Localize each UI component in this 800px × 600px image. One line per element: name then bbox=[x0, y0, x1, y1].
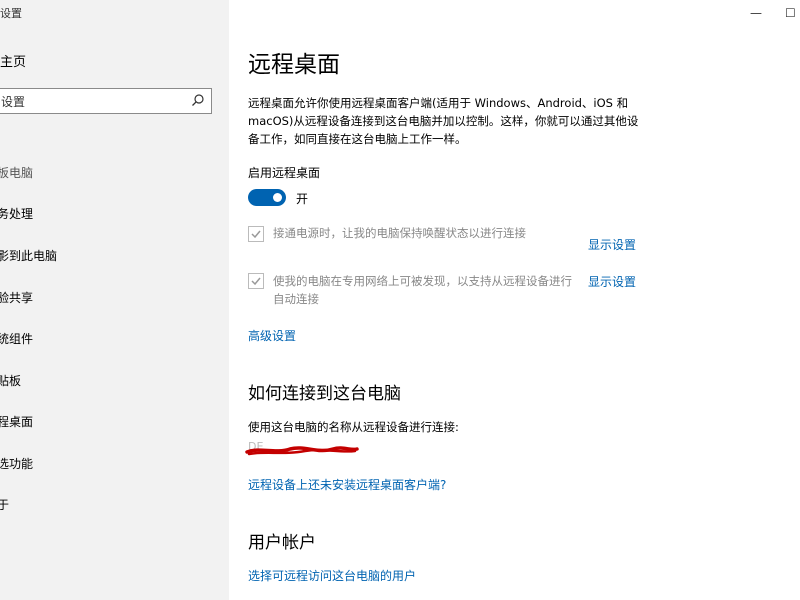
sidebar-item-remote-desktop[interactable]: 程桌面 bbox=[0, 413, 33, 430]
sidebar-item-clipboard[interactable]: 贴板 bbox=[0, 372, 21, 389]
discoverable-text: 使我的电脑在专用网络上可被发现，以支持从远程设备进行自动连接 bbox=[273, 274, 572, 306]
page-title: 远程桌面 bbox=[248, 52, 340, 78]
sidebar-home[interactable]: 主页 bbox=[0, 51, 26, 70]
toggle-knob bbox=[273, 193, 282, 202]
sidebar-item-tablet[interactable]: 板电脑 bbox=[0, 164, 33, 181]
keep-awake-text: 接通电源时，让我的电脑保持唤醒状态以进行连接 bbox=[273, 226, 526, 240]
sidebar-item-projecting[interactable]: 影到此电脑 bbox=[0, 247, 57, 264]
select-users-link[interactable]: 选择可远程访问这台电脑的用户 bbox=[248, 567, 416, 584]
sidebar-item-optional-features[interactable]: 选功能 bbox=[0, 455, 33, 472]
sidebar: 设置 主页 设置 板电脑 务处理 影到此电脑 验共享 统组件 贴板 程桌面 选功… bbox=[0, 0, 229, 600]
connect-heading: 如何连接到这台电脑 bbox=[248, 384, 401, 404]
redaction-scribble bbox=[245, 446, 359, 456]
checkmark-icon bbox=[251, 230, 261, 239]
display-settings-link-2[interactable]: 显示设置 bbox=[588, 273, 636, 290]
search-icon[interactable] bbox=[191, 93, 205, 107]
display-settings-link-1[interactable]: 显示设置 bbox=[588, 236, 636, 253]
discoverable-checkbox[interactable] bbox=[248, 273, 264, 289]
search-input[interactable]: 设置 bbox=[0, 88, 212, 114]
advanced-settings-link[interactable]: 高级设置 bbox=[248, 327, 296, 344]
connect-description: 使用这台电脑的名称从远程设备进行连接: bbox=[248, 420, 459, 434]
app-title: 设置 bbox=[0, 7, 22, 20]
search-placeholder: 设置 bbox=[1, 95, 26, 109]
remote-desktop-toggle[interactable] bbox=[248, 189, 286, 206]
maximize-button[interactable]: ☐ bbox=[785, 6, 796, 20]
no-client-link[interactable]: 远程设备上还未安装远程桌面客户端? bbox=[248, 476, 446, 493]
sidebar-item-about[interactable]: 于 bbox=[0, 496, 9, 513]
sidebar-item-multitasking[interactable]: 务处理 bbox=[0, 205, 33, 222]
page-description: 远程桌面允许你使用远程桌面客户端(适用于 Windows、Android、iOS… bbox=[248, 96, 639, 146]
user-accounts-heading: 用户帐户 bbox=[248, 533, 316, 553]
keep-awake-checkbox[interactable] bbox=[248, 226, 264, 242]
sidebar-item-shared-experiences[interactable]: 验共享 bbox=[0, 289, 33, 306]
sidebar-item-system-components[interactable]: 统组件 bbox=[0, 330, 33, 347]
checkmark-icon bbox=[251, 277, 261, 286]
enable-remote-desktop-label: 启用远程桌面 bbox=[248, 166, 321, 180]
pc-name: DE bbox=[245, 440, 359, 456]
toggle-state-label: 开 bbox=[296, 192, 309, 206]
minimize-button[interactable]: — bbox=[750, 6, 762, 20]
main-content: — ☐ 远程桌面 远程桌面允许你使用远程桌面客户端(适用于 Windows、An… bbox=[229, 0, 800, 600]
